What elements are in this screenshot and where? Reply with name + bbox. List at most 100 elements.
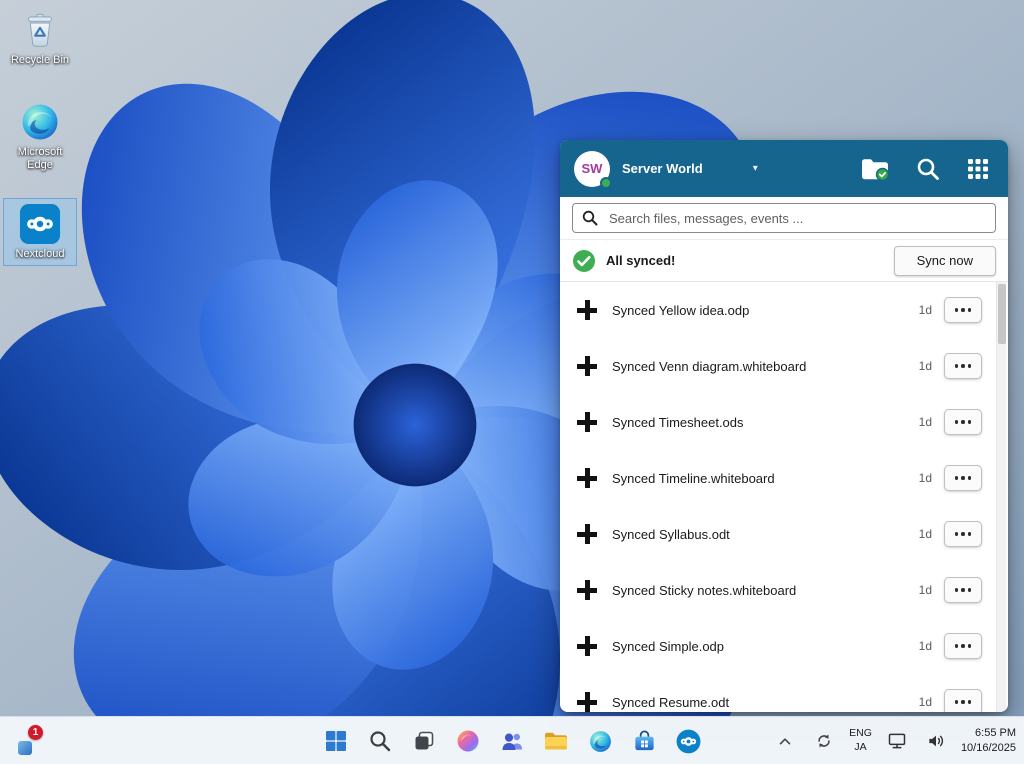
recent-file-row[interactable]: Synced Simple.odp 1d (560, 618, 1008, 674)
search-icon (915, 156, 941, 182)
nextcloud-icon (19, 203, 61, 245)
start-button[interactable] (316, 721, 356, 761)
clock[interactable]: 6:55 PM 10/16/2025 (961, 726, 1016, 756)
file-time: 1d (919, 639, 932, 653)
desktop-icon-recycle-bin[interactable]: Recycle Bin (3, 4, 77, 72)
online-status-dot (600, 177, 612, 189)
file-time: 1d (919, 471, 932, 485)
nextcloud-icon (676, 729, 701, 754)
file-time: 1d (919, 359, 932, 373)
task-view-button[interactable] (404, 721, 444, 761)
teams-icon (500, 729, 524, 753)
window-header: SW Server World ▾ (560, 140, 1008, 197)
search-input[interactable] (572, 203, 996, 233)
header-search-button[interactable] (915, 156, 941, 182)
account-avatar[interactable]: SW (574, 151, 610, 187)
search-field-icon (582, 210, 598, 226)
recent-file-row[interactable]: Synced Venn diagram.whiteboard 1d (560, 338, 1008, 394)
folder-synced-icon (860, 156, 890, 182)
icon-label: Nextcloud (16, 248, 65, 261)
file-menu-button[interactable] (944, 577, 982, 603)
network-tray-button[interactable] (883, 725, 911, 757)
file-menu-button[interactable] (944, 353, 982, 379)
file-menu-button[interactable] (944, 689, 982, 712)
file-placeholder-icon (576, 467, 598, 489)
file-placeholder-icon (576, 411, 598, 433)
recent-activity-list: Synced Yellow idea.odp 1d Synced Venn di… (560, 282, 1008, 712)
taskbar-search-button[interactable] (360, 721, 400, 761)
teams-chat-button[interactable] (492, 721, 532, 761)
file-time: 1d (919, 303, 932, 317)
file-menu-button[interactable] (944, 297, 982, 323)
file-time: 1d (919, 583, 932, 597)
account-caret-icon[interactable]: ▾ (753, 163, 758, 174)
file-menu-button[interactable] (944, 521, 982, 547)
file-title: Synced Sticky notes.whiteboard (612, 583, 796, 598)
file-title: Synced Syllabus.odt (612, 527, 730, 542)
speaker-icon (926, 731, 946, 751)
file-menu-button[interactable] (944, 409, 982, 435)
tray-notification-icon[interactable]: 1 (16, 724, 46, 758)
task-view-icon (412, 729, 436, 753)
file-placeholder-icon (576, 691, 598, 712)
language-primary: ENG (849, 727, 872, 741)
file-title: Synced Resume.odt (612, 695, 729, 710)
file-title: Synced Venn diagram.whiteboard (612, 359, 806, 374)
icon-label: Microsoft Edge (6, 146, 74, 172)
file-explorer-button[interactable] (536, 721, 576, 761)
apps-grid-icon (966, 157, 990, 181)
search-row (560, 197, 1008, 240)
recent-file-row[interactable]: Synced Yellow idea.odp 1d (560, 282, 1008, 338)
file-time: 1d (919, 415, 932, 429)
sync-status-text: All synced! (606, 253, 675, 268)
avatar-initials: SW (582, 161, 603, 176)
nextcloud-client-window: SW Server World ▾ (560, 140, 1008, 712)
recent-file-row[interactable]: Synced Sticky notes.whiteboard 1d (560, 562, 1008, 618)
recent-file-row[interactable]: Synced Resume.odt 1d (560, 674, 1008, 712)
recent-file-row[interactable]: Synced Timesheet.ods 1d (560, 394, 1008, 450)
language-secondary: JA (849, 741, 872, 755)
icon-label: Recycle Bin (11, 54, 69, 67)
windows-logo-icon (324, 729, 348, 753)
file-placeholder-icon (576, 635, 598, 657)
tray-overflow-button[interactable] (771, 725, 799, 757)
chevron-up-icon (776, 732, 794, 750)
open-local-folder-button[interactable] (860, 156, 890, 182)
desktop-icon-microsoft-edge[interactable]: Microsoft Edge (3, 96, 77, 177)
file-time: 1d (919, 527, 932, 541)
file-placeholder-icon (576, 579, 598, 601)
all-synced-check-icon (572, 249, 596, 273)
search-icon (368, 729, 392, 753)
scrollbar-track[interactable] (996, 282, 1006, 712)
desktop-icon-nextcloud[interactable]: Nextcloud (3, 198, 77, 266)
file-placeholder-icon (576, 523, 598, 545)
scrollbar-thumb[interactable] (998, 284, 1006, 344)
volume-tray-button[interactable] (922, 725, 950, 757)
account-name[interactable]: Server World (622, 161, 703, 176)
network-icon (887, 731, 907, 751)
file-placeholder-icon (576, 355, 598, 377)
file-title: Synced Yellow idea.odp (612, 303, 749, 318)
tray-sync-button[interactable] (810, 725, 838, 757)
file-title: Synced Timeline.whiteboard (612, 471, 775, 486)
recycle-bin-icon (19, 9, 61, 51)
file-explorer-icon (543, 728, 569, 754)
file-time: 1d (919, 695, 932, 709)
copilot-button[interactable] (448, 721, 488, 761)
clock-date: 10/16/2025 (961, 741, 1016, 756)
language-switcher[interactable]: ENG JA (849, 727, 872, 754)
nextcloud-taskbar-button[interactable] (668, 721, 708, 761)
apps-grid-button[interactable] (966, 157, 990, 181)
edge-button[interactable] (580, 721, 620, 761)
sync-arrows-icon (815, 732, 833, 750)
microsoft-store-button[interactable] (624, 721, 664, 761)
recent-file-row[interactable]: Synced Syllabus.odt 1d (560, 506, 1008, 562)
edge-icon (588, 729, 613, 754)
file-menu-button[interactable] (944, 633, 982, 659)
tray-mini-app-icon (18, 741, 32, 755)
recent-file-row[interactable]: Synced Timeline.whiteboard 1d (560, 450, 1008, 506)
microsoft-store-icon (632, 729, 657, 754)
taskbar: 1 (0, 716, 1024, 764)
file-menu-button[interactable] (944, 465, 982, 491)
sync-now-button[interactable]: Sync now (894, 246, 996, 276)
